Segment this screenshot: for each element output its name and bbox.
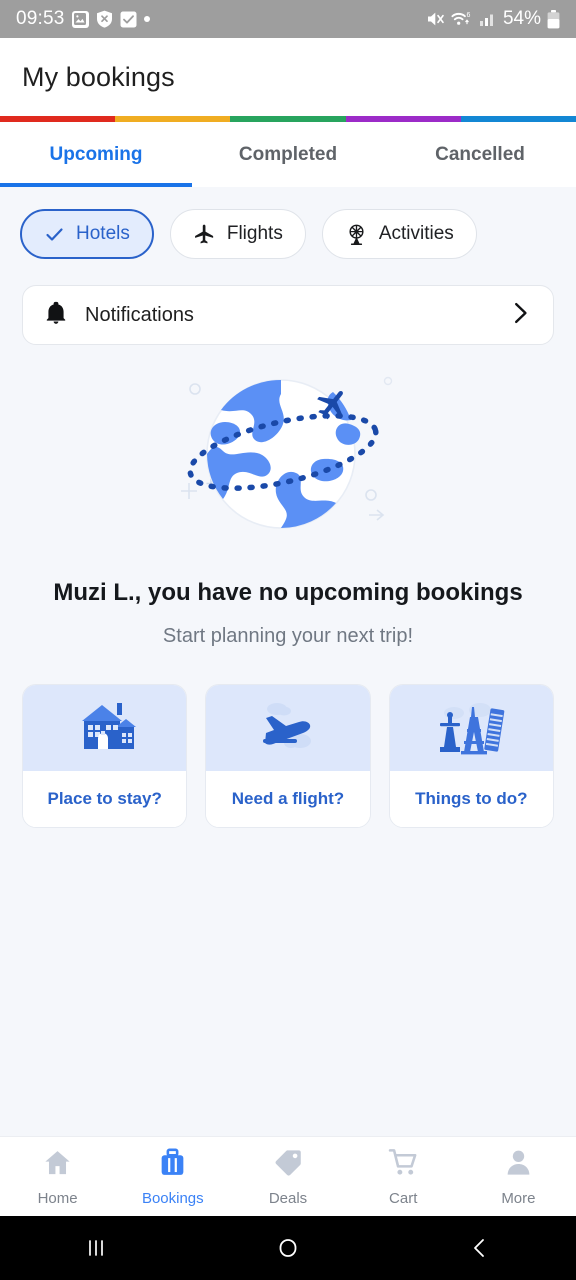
- status-bar-right: 6 54%: [426, 8, 560, 30]
- suggestion-cards: Place to stay? Need a flight? Things to …: [0, 648, 576, 828]
- nav-item-cart[interactable]: Cart: [346, 1147, 461, 1207]
- suggestion-card-stay[interactable]: Place to stay?: [22, 684, 188, 828]
- main-content: Hotels Flights Activities Notifications …: [0, 187, 576, 1136]
- airplane-icon: [193, 223, 216, 246]
- nav-item-deals-label: Deals: [268, 1189, 308, 1207]
- shield-x-icon: [96, 10, 113, 28]
- nav-item-more-label: More: [501, 1189, 536, 1207]
- empty-state-title: Muzi L., you have no upcoming bookings: [53, 579, 523, 606]
- bookings-tabs: Upcoming Completed Cancelled: [0, 122, 576, 187]
- nav-item-bookings[interactable]: Bookings: [115, 1147, 230, 1207]
- nav-item-home-label: Home: [37, 1189, 78, 1207]
- chip-flights-label: Flights: [226, 223, 283, 244]
- ferris-wheel-icon: [345, 223, 368, 246]
- suggestion-card-activities-art: [389, 685, 553, 771]
- filter-chips: Hotels Flights Activities: [0, 187, 576, 259]
- notifications-label: Notifications: [85, 303, 194, 326]
- app-root: 09:53 6 54% My bookings Upcoming Complet…: [0, 0, 576, 1280]
- status-bar-left: 09:53: [16, 8, 150, 30]
- nav-item-cart-label: Cart: [389, 1189, 418, 1207]
- check-icon: [44, 224, 65, 245]
- tab-upcoming[interactable]: Upcoming: [0, 122, 192, 187]
- notifications-row[interactable]: Notifications: [22, 285, 554, 345]
- photo-icon: [71, 10, 89, 28]
- tab-completed[interactable]: Completed: [192, 122, 384, 187]
- suggestion-card-flight[interactable]: Need a flight?: [205, 684, 371, 828]
- empty-state-subtitle: Start planning your next trip!: [162, 625, 414, 647]
- status-bar-clock: 09:53: [16, 8, 65, 29]
- person-icon: [503, 1147, 534, 1183]
- bell-icon: [43, 300, 69, 331]
- landmarks-icon: [434, 697, 508, 760]
- chip-hotels[interactable]: Hotels: [20, 209, 154, 259]
- android-navigation-bar: [0, 1216, 576, 1280]
- svg-text:6: 6: [466, 12, 470, 19]
- app-header: My bookings: [0, 38, 576, 116]
- tab-completed-label: Completed: [238, 143, 338, 165]
- back-chevron-icon[interactable]: [384, 1235, 576, 1261]
- suggestion-card-flight-art: [206, 685, 370, 771]
- suggestion-card-stay-art: [23, 685, 187, 771]
- suggestion-card-flight-footer: Need a flight?: [206, 771, 370, 827]
- tab-cancelled[interactable]: Cancelled: [384, 122, 576, 187]
- home-icon: [42, 1147, 73, 1183]
- suggestion-card-activities[interactable]: Things to do?: [388, 684, 554, 828]
- suggestion-card-activities-label: Things to do?: [415, 789, 528, 808]
- tab-cancelled-label: Cancelled: [435, 143, 525, 165]
- suggestion-card-stay-footer: Place to stay?: [23, 771, 187, 827]
- chip-hotels-label: Hotels: [76, 223, 130, 244]
- bottom-navigation: Home Bookings Deals Cart More: [0, 1136, 576, 1216]
- home-circle-icon[interactable]: [192, 1235, 384, 1261]
- briefcase-icon: [157, 1147, 188, 1183]
- tag-icon: [273, 1147, 304, 1183]
- chip-flights[interactable]: Flights: [169, 209, 306, 259]
- airplane-takeoff-icon: [253, 697, 323, 760]
- checkbox-icon: [120, 11, 137, 28]
- page-title: My bookings: [22, 61, 175, 92]
- suggestion-card-activities-footer: Things to do?: [389, 771, 553, 827]
- nav-item-more[interactable]: More: [461, 1147, 576, 1207]
- chip-activities[interactable]: Activities: [321, 209, 477, 259]
- signal-icon: [479, 10, 497, 28]
- tab-upcoming-label: Upcoming: [49, 143, 143, 165]
- status-bar: 09:53 6 54%: [0, 0, 576, 38]
- house-icon: [72, 697, 138, 760]
- chip-activities-label: Activities: [378, 223, 454, 244]
- empty-state-illustration-wrap: [0, 367, 576, 547]
- cart-icon: [388, 1147, 419, 1183]
- globe-with-airplane-illustration: [173, 367, 403, 547]
- battery-icon: [547, 9, 560, 29]
- dot-icon: [143, 16, 150, 22]
- nav-item-home[interactable]: Home: [0, 1147, 115, 1207]
- mute-icon: [426, 10, 445, 28]
- suggestion-card-flight-label: Need a flight?: [231, 789, 345, 808]
- chevron-right-icon[interactable]: [507, 300, 533, 331]
- recents-icon[interactable]: [0, 1235, 192, 1261]
- nav-item-deals[interactable]: Deals: [230, 1147, 345, 1207]
- nav-item-bookings-label: Bookings: [141, 1189, 204, 1207]
- suggestion-card-stay-label: Place to stay?: [47, 789, 162, 808]
- battery-percent-label: 54%: [502, 8, 541, 29]
- wifi-icon: 6: [451, 10, 473, 28]
